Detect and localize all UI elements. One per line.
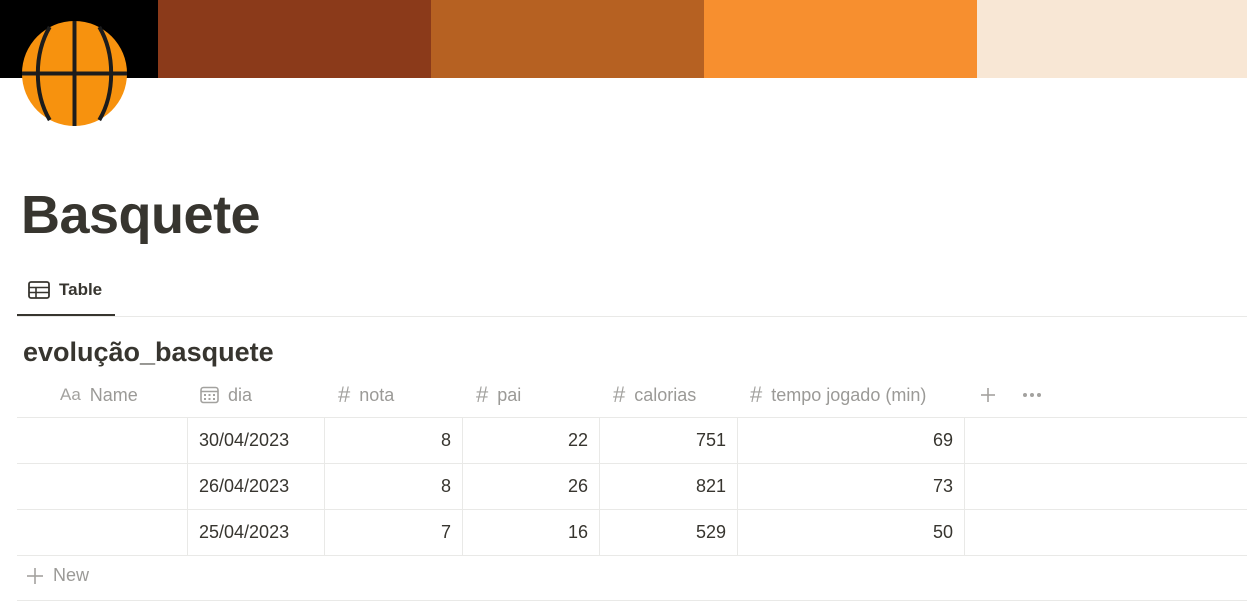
cell-calorias[interactable]: 751 xyxy=(600,418,738,463)
number-icon: # xyxy=(613,382,626,407)
cover-stripe xyxy=(977,0,1247,78)
column-label: tempo jogado (min) xyxy=(771,384,927,405)
column-header-pai[interactable]: # pai xyxy=(476,373,611,417)
cell-dia[interactable]: 26/04/2023 xyxy=(188,464,325,509)
column-header-calorias[interactable]: # calorias xyxy=(613,373,748,417)
table-row[interactable]: 25/04/2023 7 16 529 50 xyxy=(17,510,1247,556)
column-label: calorias xyxy=(634,384,697,405)
table-icon xyxy=(28,281,50,299)
column-header-name[interactable]: Aa Name xyxy=(60,373,187,417)
cover-stripe xyxy=(431,0,704,78)
cell-nota[interactable]: 8 xyxy=(325,418,463,463)
new-row: New xyxy=(17,556,1247,601)
page: Basquete Table evolução_basquete Aa Name xyxy=(0,0,1247,607)
column-label: dia xyxy=(228,384,253,405)
more-options-icon[interactable] xyxy=(1020,384,1046,406)
cell-name[interactable] xyxy=(17,418,188,463)
tab-table[interactable]: Table xyxy=(17,268,115,316)
new-row-label: New xyxy=(53,565,90,585)
text-type-icon: Aa xyxy=(60,385,81,404)
number-icon: # xyxy=(476,382,489,407)
basketball-icon[interactable] xyxy=(20,19,129,128)
number-icon: # xyxy=(750,382,763,407)
cell-name[interactable] xyxy=(17,464,188,509)
cover-banner[interactable] xyxy=(0,0,1247,78)
add-column-icon[interactable] xyxy=(977,384,999,406)
database-table: Aa Name dia # nota # pai # calorias # te… xyxy=(17,373,1247,601)
cell-nota[interactable]: 7 xyxy=(325,510,463,555)
table-row[interactable]: 30/04/2023 8 22 751 69 xyxy=(17,418,1247,464)
cell-dia[interactable]: 30/04/2023 xyxy=(188,418,325,463)
column-header-nota[interactable]: # nota xyxy=(338,373,473,417)
cell-calorias[interactable]: 529 xyxy=(600,510,738,555)
new-row-button[interactable]: New xyxy=(26,565,89,586)
cell-dia[interactable]: 25/04/2023 xyxy=(188,510,325,555)
cell-calorias[interactable]: 821 xyxy=(600,464,738,509)
cover-stripe xyxy=(704,0,977,78)
column-label: pai xyxy=(497,384,522,405)
column-header-dia[interactable]: dia xyxy=(200,373,335,417)
plus-icon xyxy=(27,567,43,584)
table-header: Aa Name dia # nota # pai # calorias # te… xyxy=(17,373,1247,418)
database-title[interactable]: evolução_basquete xyxy=(23,333,274,371)
cell-nota[interactable]: 8 xyxy=(325,464,463,509)
cell-pai[interactable]: 16 xyxy=(463,510,600,555)
table-row[interactable]: 26/04/2023 8 26 821 73 xyxy=(17,464,1247,510)
page-title[interactable]: Basquete xyxy=(21,180,261,250)
column-label: nota xyxy=(359,384,395,405)
cover-stripe xyxy=(158,0,431,78)
tab-label: Table xyxy=(59,280,103,299)
number-icon: # xyxy=(338,382,351,407)
column-header-tempo[interactable]: # tempo jogado (min) xyxy=(750,373,975,417)
cell-pai[interactable]: 22 xyxy=(463,418,600,463)
cell-tempo[interactable]: 69 xyxy=(738,418,965,463)
calendar-icon xyxy=(200,386,219,404)
cell-tempo[interactable]: 50 xyxy=(738,510,965,555)
cell-pai[interactable]: 26 xyxy=(463,464,600,509)
cell-tempo[interactable]: 73 xyxy=(738,464,965,509)
column-label: Name xyxy=(89,384,138,405)
cell-name[interactable] xyxy=(17,510,188,555)
view-tabs: Table xyxy=(17,268,1247,317)
